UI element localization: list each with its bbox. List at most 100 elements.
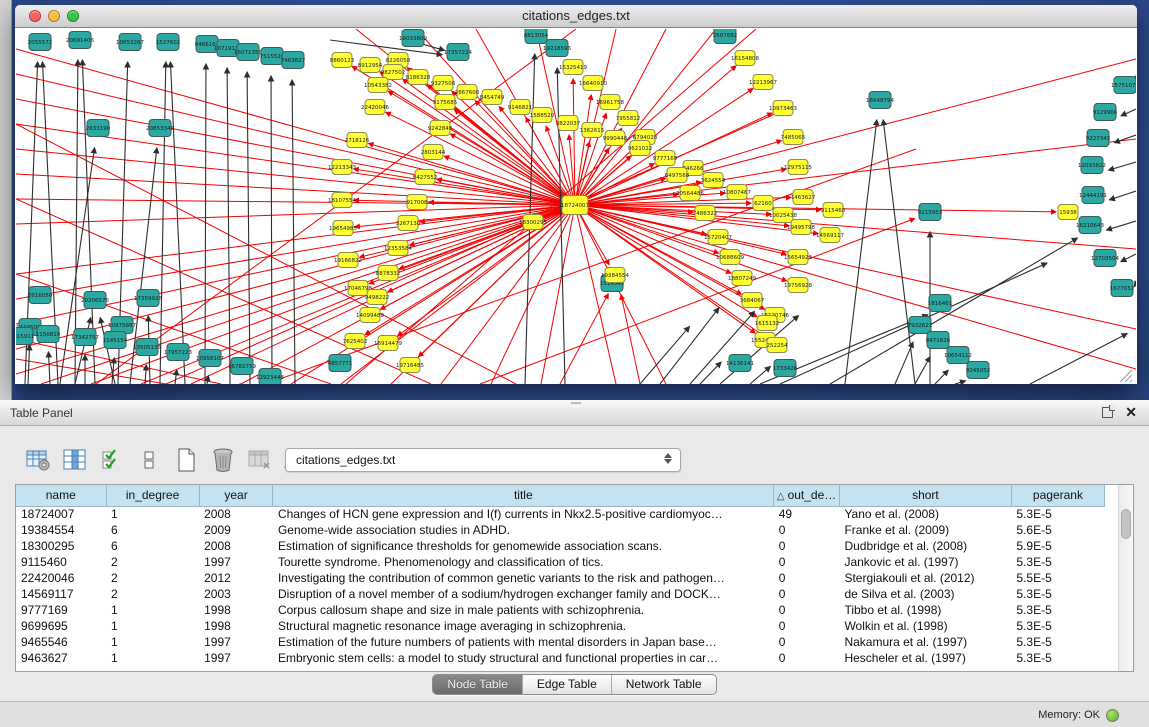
table-cell[interactable]: Franke et al. (2009) [839, 522, 1011, 538]
column-header-in_degree[interactable]: in_degree [106, 485, 199, 506]
window-titlebar[interactable]: citations_edges.txt [15, 5, 1137, 28]
close-panel-icon[interactable]: ✕ [1125, 404, 1137, 421]
table-cell[interactable]: 1998 [199, 618, 273, 634]
column-header-name[interactable]: name [16, 485, 106, 506]
table-cell[interactable]: 5.3E-5 [1011, 506, 1104, 522]
table-cell[interactable]: Changes of HCN gene expression and I(f) … [273, 506, 774, 522]
table-cell[interactable]: 0 [774, 586, 840, 602]
graph-edge[interactable] [700, 362, 721, 384]
table-cell[interactable]: Nakamura et al. (1997) [839, 634, 1011, 650]
graph-edge[interactable] [16, 359, 166, 384]
table-cell[interactable]: 9699695 [16, 618, 106, 634]
graph-edge[interactable] [575, 205, 666, 384]
table-cell[interactable]: Stergiakouli et al. (2012) [839, 570, 1011, 586]
table-cell[interactable]: 2 [106, 554, 199, 570]
table-cell[interactable]: 1997 [199, 634, 273, 650]
table-cell[interactable]: 2 [106, 570, 199, 586]
table-cell[interactable]: 2 [106, 586, 199, 602]
graph-edge[interactable] [1107, 221, 1136, 230]
graph-edge[interactable] [480, 219, 915, 384]
table-cell[interactable]: 0 [774, 522, 840, 538]
table-row[interactable]: 1456911722003Disruption of a novel membe… [16, 586, 1105, 602]
table-cell[interactable]: 1 [106, 602, 199, 618]
graph-edge[interactable] [955, 381, 965, 384]
scrollbar-thumb[interactable] [1121, 509, 1131, 539]
table-cell[interactable]: 0 [774, 538, 840, 554]
canvas-resize-grip[interactable] [1120, 370, 1132, 382]
graph-edge[interactable] [247, 72, 250, 384]
graph-edge[interactable] [398, 205, 575, 336]
close-window-icon[interactable] [29, 10, 41, 22]
graph-edge[interactable] [883, 120, 915, 384]
table-cell[interactable]: 0 [774, 602, 840, 618]
delete-table-icon[interactable] [209, 446, 237, 474]
table-cell[interactable]: 1 [106, 506, 199, 522]
new-table-icon[interactable] [172, 446, 200, 474]
table-cell[interactable]: 14569117 [16, 586, 106, 602]
table-cell[interactable]: Disruption of a novel member of a sodium… [273, 586, 774, 602]
table-cell[interactable]: 2003 [199, 586, 273, 602]
table-cell[interactable]: 9777169 [16, 602, 106, 618]
column-header-title[interactable]: title [273, 485, 774, 506]
table-cell[interactable]: Dudbridge et al. (2008) [839, 538, 1011, 554]
graph-edge[interactable] [1134, 284, 1136, 287]
table-cell[interactable]: 1 [106, 650, 199, 666]
table-row[interactable]: 977716911998Corpus callosum shape and si… [16, 602, 1105, 618]
table-cell[interactable]: 6 [106, 538, 199, 554]
panel-resize-grip[interactable] [571, 402, 581, 407]
graph-edge[interactable] [175, 370, 177, 384]
table-cell[interactable]: 2012 [199, 570, 273, 586]
table-row[interactable]: 911546021997Tourette syndrome. Phenomeno… [16, 554, 1105, 570]
minimize-window-icon[interactable] [48, 10, 60, 22]
canvas-resize-grip[interactable] [1130, 380, 1132, 382]
table-row[interactable]: 1872400712008Changes of HCN gene express… [16, 506, 1105, 522]
graph-edge[interactable] [575, 139, 1136, 205]
table-cell[interactable]: Genome-wide association studies in ADHD. [273, 522, 774, 538]
table-cell[interactable]: 0 [774, 570, 840, 586]
table-cell[interactable]: 2008 [199, 538, 273, 554]
graph-edge[interactable] [1109, 191, 1136, 200]
table-row[interactable]: 1830029562008Estimation of significance … [16, 538, 1105, 554]
table-cell[interactable]: 5.3E-5 [1011, 586, 1104, 602]
table-cell[interactable]: 19384554 [16, 522, 106, 538]
graph-edge[interactable] [75, 318, 91, 384]
table-cell[interactable]: Jankovic et al. (1997) [839, 554, 1011, 570]
table-cell[interactable]: 0 [774, 634, 840, 650]
column-header-out_de[interactable]: △out_de… [774, 485, 840, 506]
table-cell[interactable]: 22420046 [16, 570, 106, 586]
graph-edge[interactable] [690, 311, 754, 384]
table-cell[interactable]: Embryonic stem cells: a model to study s… [273, 650, 774, 666]
graph-edge[interactable] [207, 376, 208, 384]
table-cell[interactable]: 6 [106, 522, 199, 538]
table-cell[interactable]: Investigating the contribution of common… [273, 570, 774, 586]
table-cell[interactable]: Tourette syndrome. Phenomenology and cla… [273, 554, 774, 570]
table-row[interactable]: 2242004622012Investigating the contribut… [16, 570, 1105, 586]
table-cell[interactable]: 0 [774, 618, 840, 634]
table-cell[interactable]: 5.3E-5 [1011, 618, 1104, 634]
graph-edge[interactable] [16, 205, 575, 374]
graph-edge[interactable] [1121, 254, 1136, 262]
graph-edge[interactable] [560, 294, 608, 384]
table-cell[interactable]: 5.9E-5 [1011, 538, 1104, 554]
column-visibility-icon[interactable] [61, 446, 89, 474]
graph-edge[interactable] [48, 352, 50, 384]
graph-edge[interactable] [575, 29, 716, 205]
table-cell[interactable]: 0 [774, 554, 840, 570]
table-cell[interactable]: 1 [106, 618, 199, 634]
graph-edge[interactable] [621, 295, 640, 384]
network-canvas[interactable]: 2055572206914061065328715276026466161107… [16, 29, 1136, 384]
graph-edge[interactable] [895, 342, 913, 384]
graph-edge[interactable] [575, 205, 786, 254]
graph-edge[interactable] [575, 205, 616, 384]
table-row[interactable]: 946362711997Embryonic stem cells: a mode… [16, 650, 1105, 666]
graph-edge[interactable] [915, 357, 930, 384]
float-panel-icon[interactable] [1102, 407, 1113, 418]
graph-edge[interactable] [541, 205, 575, 384]
table-cell[interactable]: Yano et al. (2008) [839, 506, 1011, 522]
table-cell[interactable]: 5.3E-5 [1011, 602, 1104, 618]
tab-network-table[interactable]: Network Table [612, 675, 716, 694]
table-cell[interactable]: 5.3E-5 [1011, 650, 1104, 666]
graph-edge[interactable] [205, 64, 206, 384]
graph-edge[interactable] [1121, 109, 1136, 116]
graph-edge[interactable] [160, 62, 166, 384]
